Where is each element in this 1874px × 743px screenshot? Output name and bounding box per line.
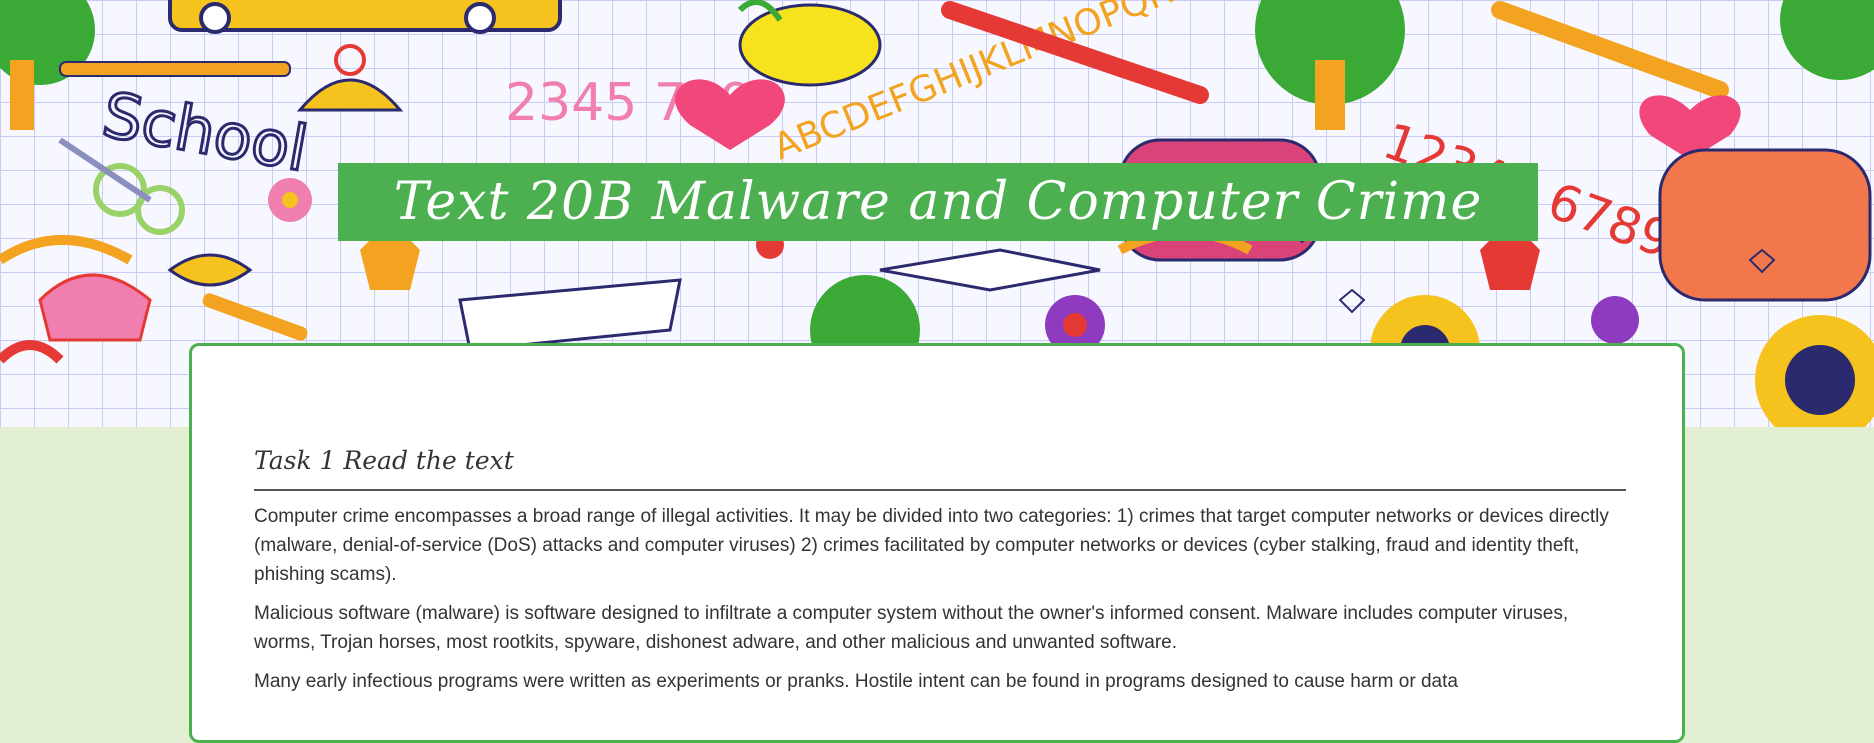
paragraph: Computer crime encompasses a broad range… bbox=[254, 506, 1609, 585]
paragraph: Malicious software (malware) is software… bbox=[254, 603, 1569, 653]
task-heading: Task 1 Read the text bbox=[254, 446, 514, 475]
heading-divider bbox=[254, 489, 1626, 491]
paragraph: Many early infectious programs were writ… bbox=[254, 671, 1458, 692]
page-title: Text 20B Malware and Computer Crime bbox=[393, 172, 1483, 232]
task-text: Computer crime encompasses a broad range… bbox=[254, 502, 1626, 706]
content-card: Task 1 Read the text Computer crime enco… bbox=[189, 343, 1685, 743]
title-banner: Text 20B Malware and Computer Crime bbox=[338, 163, 1538, 241]
